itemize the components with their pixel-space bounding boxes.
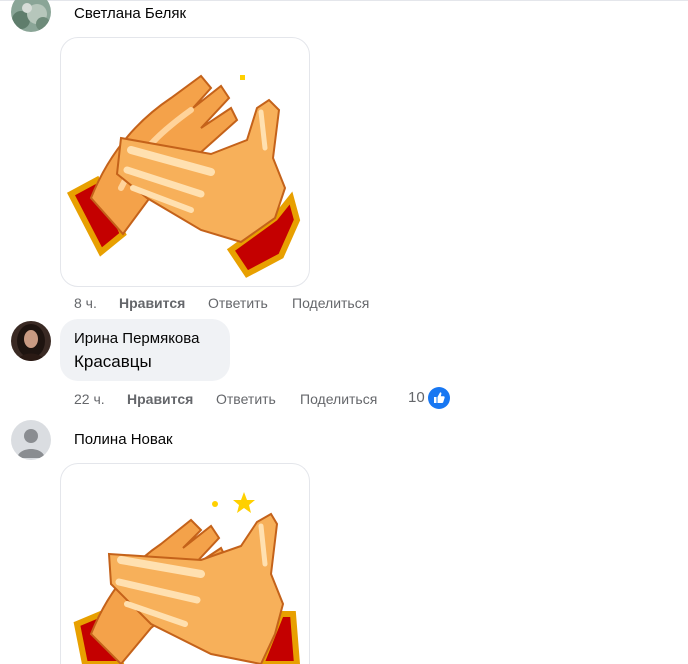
comment-text: Красавцы xyxy=(74,352,152,371)
like-button[interactable]: Нравится xyxy=(119,295,185,311)
top-divider xyxy=(0,0,688,1)
avatar[interactable] xyxy=(11,321,51,361)
clapping-hands-icon xyxy=(73,492,301,664)
comment-author[interactable]: Полина Новак xyxy=(74,431,173,448)
comment-bubble: Ирина Пермякова Красавцы xyxy=(60,319,230,381)
share-button[interactable]: Поделиться xyxy=(300,391,377,407)
comment-time[interactable]: 8 ч. xyxy=(74,295,97,311)
avatar[interactable] xyxy=(11,0,51,32)
share-button[interactable]: Поделиться xyxy=(292,295,369,311)
reaction-summary[interactable]: 10 xyxy=(408,387,452,409)
avatar[interactable] xyxy=(11,420,51,460)
reply-button[interactable]: Ответить xyxy=(216,391,276,407)
comment-time[interactable]: 22 ч. xyxy=(74,391,105,407)
like-button[interactable]: Нравится xyxy=(127,391,193,407)
clapping-hands-sticker[interactable] xyxy=(60,463,310,664)
clapping-hands-icon xyxy=(66,74,301,278)
reply-button[interactable]: Ответить xyxy=(208,295,268,311)
comment-author[interactable]: Светлана Беляк xyxy=(74,5,186,22)
clapping-hands-sticker[interactable] xyxy=(60,37,310,287)
comment-author[interactable]: Ирина Пермякова xyxy=(74,330,199,347)
thumbs-up-icon xyxy=(428,387,450,409)
reaction-count: 10 xyxy=(408,389,425,406)
